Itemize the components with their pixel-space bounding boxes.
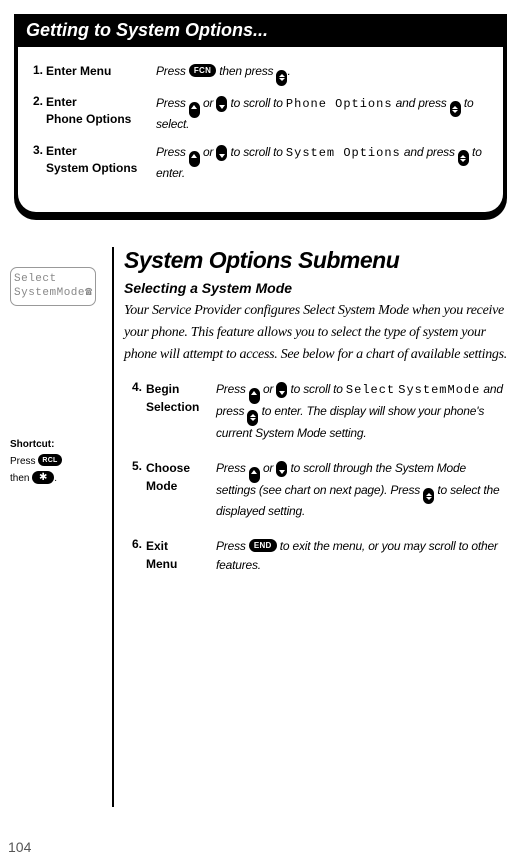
updown-button-icon — [423, 488, 434, 504]
step-description: Press FCN then press . — [156, 63, 495, 84]
step-label: EnterPhone Options — [46, 94, 156, 128]
step-label: ChooseMode — [146, 459, 216, 495]
page-number: 104 — [8, 839, 31, 855]
left-column: Select SystemMode Shortcut: Press RCL th… — [0, 247, 112, 807]
step-label: ExitMenu — [146, 537, 216, 573]
step-number: 1. — [26, 63, 46, 77]
vertical-divider — [112, 247, 114, 807]
updown-button-icon — [450, 101, 461, 117]
shortcut-line1a: Press — [10, 456, 38, 467]
section-subheading: Selecting a System Mode — [124, 280, 507, 296]
rcl-button-icon: RCL — [38, 454, 61, 466]
step-row: 5.ChooseModePress or to scroll through t… — [124, 459, 507, 522]
down-button-icon — [276, 382, 287, 398]
step-label: EnterSystem Options — [46, 143, 156, 177]
box-title: Getting to System Options... — [14, 14, 507, 47]
section-heading: System Options Submenu — [124, 247, 507, 274]
menu-text: Phone Options — [286, 97, 393, 111]
step-description: Press or to scroll to System Options and… — [156, 143, 495, 182]
step-description: Press END to exit the menu, or you may s… — [216, 537, 507, 575]
lcd-line2: SystemMode — [14, 286, 92, 300]
end-button-icon: END — [249, 539, 277, 552]
main-area: Select SystemMode Shortcut: Press RCL th… — [0, 247, 507, 807]
fcn-button-icon: FCN — [189, 64, 216, 77]
menu-text: System Options — [286, 146, 401, 160]
box-body: 1.Enter MenuPress FCN then press .2.Ente… — [18, 47, 503, 212]
down-button-icon — [216, 96, 227, 112]
phone-icon — [85, 287, 93, 299]
getting-to-box: Getting to System Options... 1.Enter Men… — [14, 14, 507, 220]
step-label: BeginSelection — [146, 380, 216, 416]
step-description: Press or to scroll through the System Mo… — [216, 459, 507, 522]
menu-text: SystemMode — [398, 383, 480, 397]
up-button-icon — [189, 102, 200, 118]
lcd-screen: Select SystemMode — [10, 267, 96, 306]
step-row: 3.EnterSystem OptionsPress or to scroll … — [26, 143, 495, 182]
step-row: 1.Enter MenuPress FCN then press . — [26, 63, 495, 84]
step-row: 4.BeginSelectionPress or to scroll to Se… — [124, 380, 507, 443]
up-button-icon — [189, 151, 200, 167]
shortcut-line2b: . — [54, 473, 57, 484]
shortcut-block: Shortcut: Press RCL then ✱. — [10, 436, 112, 487]
step-number: 3. — [26, 143, 46, 157]
up-button-icon — [249, 467, 260, 483]
step-number: 2. — [26, 94, 46, 108]
step-row: 6.ExitMenuPress END to exit the menu, or… — [124, 537, 507, 575]
menu-text: Select — [346, 383, 395, 397]
down-button-icon — [216, 145, 227, 161]
body-paragraph: Your Service Provider configures Select … — [124, 300, 507, 366]
step-number: 4. — [124, 380, 146, 394]
updown-button-icon — [247, 410, 258, 426]
step-label: Enter Menu — [46, 63, 156, 80]
step-number: 5. — [124, 459, 146, 473]
updown-button-icon — [458, 150, 469, 166]
updown-button-icon — [276, 70, 287, 86]
shortcut-heading: Shortcut: — [10, 439, 54, 450]
step-number: 6. — [124, 537, 146, 551]
down-button-icon — [276, 461, 287, 477]
step-description: Press or to scroll to Phone Options and … — [156, 94, 495, 133]
step-description: Press or to scroll to Select SystemMode … — [216, 380, 507, 443]
star-button-icon: ✱ — [32, 471, 54, 484]
up-button-icon — [249, 388, 260, 404]
right-column: System Options Submenu Selecting a Syste… — [124, 247, 507, 807]
lcd-line1: Select — [14, 273, 92, 286]
step-row: 2.EnterPhone OptionsPress or to scroll t… — [26, 94, 495, 133]
shortcut-line2a: then — [10, 473, 32, 484]
